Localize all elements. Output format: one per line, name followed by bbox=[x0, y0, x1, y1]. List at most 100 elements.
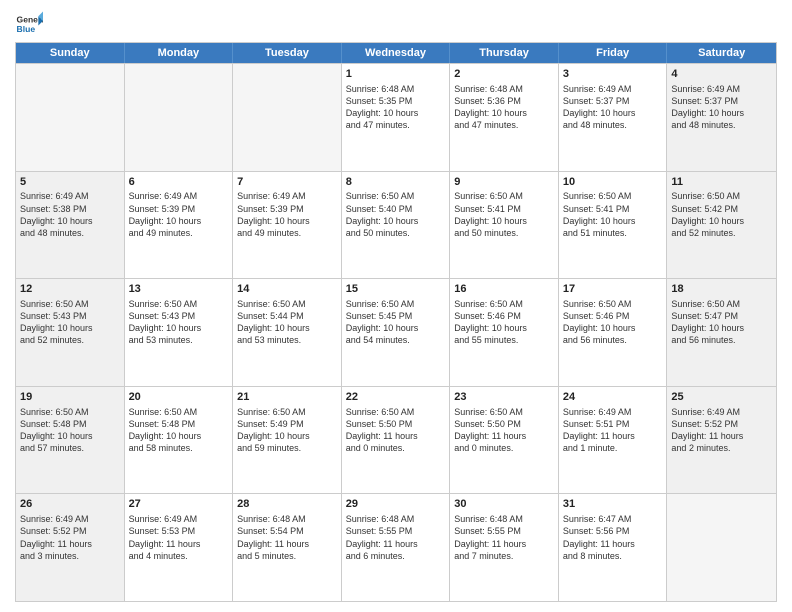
cell-info-line: and 0 minutes. bbox=[454, 442, 554, 454]
cal-cell-day-4: 4Sunrise: 6:49 AMSunset: 5:37 PMDaylight… bbox=[667, 64, 776, 171]
calendar-header: SundayMondayTuesdayWednesdayThursdayFrid… bbox=[16, 43, 776, 63]
calendar-body: 1Sunrise: 6:48 AMSunset: 5:35 PMDaylight… bbox=[16, 63, 776, 601]
cell-info-line: Sunset: 5:39 PM bbox=[129, 203, 229, 215]
cell-info-line: and 52 minutes. bbox=[20, 334, 120, 346]
cal-cell-day-24: 24Sunrise: 6:49 AMSunset: 5:51 PMDayligh… bbox=[559, 387, 668, 494]
day-number: 25 bbox=[671, 390, 772, 405]
header: General Blue bbox=[15, 10, 777, 38]
day-number: 18 bbox=[671, 282, 772, 297]
cal-cell-day-7: 7Sunrise: 6:49 AMSunset: 5:39 PMDaylight… bbox=[233, 172, 342, 279]
cal-cell-day-2: 2Sunrise: 6:48 AMSunset: 5:36 PMDaylight… bbox=[450, 64, 559, 171]
cell-info-line: and 58 minutes. bbox=[129, 442, 229, 454]
cell-info-line: Daylight: 10 hours bbox=[129, 430, 229, 442]
cal-cell-day-3: 3Sunrise: 6:49 AMSunset: 5:37 PMDaylight… bbox=[559, 64, 668, 171]
cal-row-2: 5Sunrise: 6:49 AMSunset: 5:38 PMDaylight… bbox=[16, 171, 776, 279]
cell-info-line: Sunrise: 6:50 AM bbox=[671, 298, 772, 310]
cell-info-line: Sunset: 5:49 PM bbox=[237, 418, 337, 430]
day-header-thursday: Thursday bbox=[450, 43, 559, 63]
cell-info-line: Daylight: 10 hours bbox=[563, 215, 663, 227]
day-number: 22 bbox=[346, 390, 446, 405]
cell-info-line: Sunset: 5:37 PM bbox=[671, 95, 772, 107]
cell-info-line: and 7 minutes. bbox=[454, 550, 554, 562]
cell-info-line: Daylight: 10 hours bbox=[129, 215, 229, 227]
cell-info-line: Sunrise: 6:50 AM bbox=[671, 190, 772, 202]
cell-info-line: Sunset: 5:47 PM bbox=[671, 310, 772, 322]
cal-cell-day-23: 23Sunrise: 6:50 AMSunset: 5:50 PMDayligh… bbox=[450, 387, 559, 494]
day-number: 15 bbox=[346, 282, 446, 297]
day-number: 10 bbox=[563, 175, 663, 190]
cell-info-line: Sunrise: 6:49 AM bbox=[20, 513, 120, 525]
cell-info-line: Daylight: 10 hours bbox=[346, 215, 446, 227]
cell-info-line: Sunrise: 6:49 AM bbox=[563, 83, 663, 95]
cell-info-line: Sunset: 5:42 PM bbox=[671, 203, 772, 215]
cal-cell-day-13: 13Sunrise: 6:50 AMSunset: 5:43 PMDayligh… bbox=[125, 279, 234, 386]
cal-cell-day-26: 26Sunrise: 6:49 AMSunset: 5:52 PMDayligh… bbox=[16, 494, 125, 601]
day-number: 30 bbox=[454, 497, 554, 512]
cell-info-line: and 48 minutes. bbox=[563, 119, 663, 131]
cell-info-line: Daylight: 10 hours bbox=[237, 322, 337, 334]
cell-info-line: Sunset: 5:43 PM bbox=[20, 310, 120, 322]
cal-cell-day-1: 1Sunrise: 6:48 AMSunset: 5:35 PMDaylight… bbox=[342, 64, 451, 171]
cell-info-line: Sunset: 5:41 PM bbox=[454, 203, 554, 215]
cell-info-line: and 53 minutes. bbox=[129, 334, 229, 346]
cal-cell-empty bbox=[125, 64, 234, 171]
day-number: 2 bbox=[454, 67, 554, 82]
day-number: 9 bbox=[454, 175, 554, 190]
cal-cell-day-20: 20Sunrise: 6:50 AMSunset: 5:48 PMDayligh… bbox=[125, 387, 234, 494]
svg-text:Blue: Blue bbox=[17, 24, 36, 34]
cell-info-line: Sunset: 5:52 PM bbox=[671, 418, 772, 430]
cal-cell-empty bbox=[233, 64, 342, 171]
cell-info-line: and 48 minutes. bbox=[671, 119, 772, 131]
cell-info-line: Daylight: 10 hours bbox=[20, 215, 120, 227]
cell-info-line: and 6 minutes. bbox=[346, 550, 446, 562]
cell-info-line: Sunrise: 6:48 AM bbox=[454, 83, 554, 95]
day-number: 6 bbox=[129, 175, 229, 190]
cell-info-line: Sunset: 5:38 PM bbox=[20, 203, 120, 215]
cal-cell-day-21: 21Sunrise: 6:50 AMSunset: 5:49 PMDayligh… bbox=[233, 387, 342, 494]
cell-info-line: and 2 minutes. bbox=[671, 442, 772, 454]
cal-cell-day-12: 12Sunrise: 6:50 AMSunset: 5:43 PMDayligh… bbox=[16, 279, 125, 386]
cell-info-line: and 53 minutes. bbox=[237, 334, 337, 346]
cell-info-line: and 49 minutes. bbox=[237, 227, 337, 239]
cell-info-line: Daylight: 11 hours bbox=[237, 538, 337, 550]
cell-info-line: Sunset: 5:50 PM bbox=[346, 418, 446, 430]
cell-info-line: Sunrise: 6:50 AM bbox=[237, 406, 337, 418]
cell-info-line: and 5 minutes. bbox=[237, 550, 337, 562]
cal-cell-day-18: 18Sunrise: 6:50 AMSunset: 5:47 PMDayligh… bbox=[667, 279, 776, 386]
cell-info-line: Daylight: 10 hours bbox=[346, 107, 446, 119]
page: General Blue SundayMondayTuesdayWednesda… bbox=[0, 0, 792, 612]
cell-info-line: Daylight: 11 hours bbox=[346, 538, 446, 550]
day-header-monday: Monday bbox=[125, 43, 234, 63]
cell-info-line: Sunset: 5:55 PM bbox=[346, 525, 446, 537]
cell-info-line: Sunrise: 6:50 AM bbox=[454, 406, 554, 418]
cal-cell-empty bbox=[667, 494, 776, 601]
logo: General Blue bbox=[15, 10, 45, 38]
cell-info-line: Sunset: 5:48 PM bbox=[129, 418, 229, 430]
day-number: 1 bbox=[346, 67, 446, 82]
cell-info-line: Daylight: 10 hours bbox=[671, 322, 772, 334]
cell-info-line: and 47 minutes. bbox=[346, 119, 446, 131]
cell-info-line: Sunrise: 6:49 AM bbox=[671, 406, 772, 418]
cal-cell-day-11: 11Sunrise: 6:50 AMSunset: 5:42 PMDayligh… bbox=[667, 172, 776, 279]
day-number: 31 bbox=[563, 497, 663, 512]
day-number: 4 bbox=[671, 67, 772, 82]
cell-info-line: Daylight: 11 hours bbox=[563, 538, 663, 550]
cell-info-line: and 4 minutes. bbox=[129, 550, 229, 562]
cell-info-line: and 55 minutes. bbox=[454, 334, 554, 346]
day-number: 13 bbox=[129, 282, 229, 297]
cell-info-line: Daylight: 10 hours bbox=[563, 107, 663, 119]
day-number: 23 bbox=[454, 390, 554, 405]
cell-info-line: Sunset: 5:45 PM bbox=[346, 310, 446, 322]
cell-info-line: Daylight: 10 hours bbox=[671, 215, 772, 227]
cell-info-line: Sunrise: 6:48 AM bbox=[346, 513, 446, 525]
cell-info-line: Daylight: 11 hours bbox=[454, 430, 554, 442]
cell-info-line: Sunrise: 6:50 AM bbox=[346, 406, 446, 418]
cal-cell-day-31: 31Sunrise: 6:47 AMSunset: 5:56 PMDayligh… bbox=[559, 494, 668, 601]
day-header-tuesday: Tuesday bbox=[233, 43, 342, 63]
cell-info-line: Sunrise: 6:50 AM bbox=[454, 298, 554, 310]
cal-cell-day-17: 17Sunrise: 6:50 AMSunset: 5:46 PMDayligh… bbox=[559, 279, 668, 386]
calendar: SundayMondayTuesdayWednesdayThursdayFrid… bbox=[15, 42, 777, 602]
cell-info-line: Sunset: 5:37 PM bbox=[563, 95, 663, 107]
cell-info-line: Daylight: 10 hours bbox=[454, 322, 554, 334]
day-header-saturday: Saturday bbox=[667, 43, 776, 63]
